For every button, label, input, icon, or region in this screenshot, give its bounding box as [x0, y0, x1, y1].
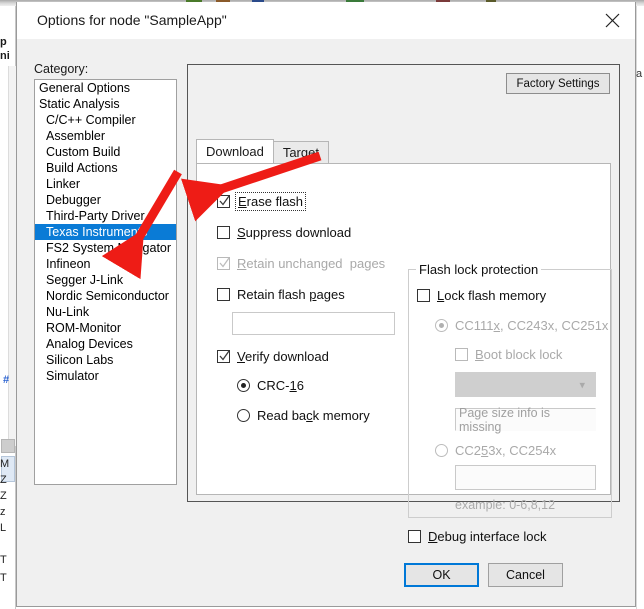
category-label: Category: [34, 62, 89, 76]
category-item-analog-devices[interactable]: Analog Devices [35, 336, 176, 352]
debug-interface-lock-checkbox[interactable] [408, 530, 421, 543]
checkmark-icon [219, 195, 230, 206]
verify-download-label: Verify download [237, 349, 329, 364]
background-gutter [8, 66, 16, 446]
crc16-row[interactable]: CRC-16 [237, 378, 304, 393]
category-item-nu-link[interactable]: Nu-Link [35, 304, 176, 320]
category-item-texas-instruments[interactable]: Texas Instruments [35, 224, 176, 240]
retain-flash-pages-input[interactable] [232, 312, 395, 335]
category-item-silicon-labs[interactable]: Silicon Labs [35, 352, 176, 368]
cc111x-radio [435, 319, 448, 332]
background-text-fragment-2: ni [0, 50, 10, 62]
cc111x-label: CC111x, CC243x, CC251x [455, 318, 609, 333]
boot-block-lock-label: Boot block lock [475, 347, 563, 362]
category-item-linker[interactable]: Linker [35, 176, 176, 192]
options-dialog: Options for node "SampleApp" Category: G… [16, 2, 636, 607]
background-right-edge: a [636, 6, 644, 609]
crc16-radio[interactable] [237, 379, 250, 392]
close-icon [605, 13, 619, 27]
background-text-fragment-6: z [0, 506, 6, 518]
category-item-segger-j-link[interactable]: Segger J-Link [35, 272, 176, 288]
background-text-fragment-4: Z [0, 474, 7, 486]
ok-button[interactable]: OK [404, 563, 479, 587]
factory-settings-button[interactable]: Factory Settings [506, 73, 610, 94]
flash-lock-protection-group: Flash lock protection Lock flash memory … [408, 262, 612, 518]
category-item-debugger[interactable]: Debugger [35, 192, 176, 208]
background-text-fragment-1: p [0, 36, 7, 48]
category-item-build-actions[interactable]: Build Actions [35, 160, 176, 176]
dialog-titlebar: Options for node "SampleApp" [17, 2, 635, 39]
checkmark-icon [219, 257, 230, 268]
category-item-general-options[interactable]: General Options [35, 80, 176, 96]
suppress-download-row[interactable]: Suppress download [217, 225, 351, 240]
verify-download-row[interactable]: Verify download [217, 349, 329, 364]
background-left-column: # p ni M Z Z z L T T [0, 6, 16, 609]
category-item-infineon[interactable]: Infineon [35, 256, 176, 272]
background-right-text-fragment: a [636, 68, 643, 80]
background-text-fragment-8: T [0, 554, 7, 566]
chevron-down-icon: ▾ [579, 379, 585, 391]
lock-flash-memory-checkbox[interactable] [417, 289, 430, 302]
background-blue-marker: # [3, 374, 10, 386]
tab-target[interactable]: Target [272, 141, 329, 163]
retain-unchanged-pages-row: Retain unchanged pages [217, 256, 385, 271]
debug-interface-lock-row[interactable]: Debug interface lock [408, 529, 547, 544]
download-tab-panel: Erase flash Suppress download Retain unc… [196, 163, 612, 544]
suppress-download-label: Suppress download [237, 225, 352, 240]
category-item-custom-build[interactable]: Custom Build [35, 144, 176, 160]
suppress-download-checkbox[interactable] [217, 226, 230, 239]
category-item-static-analysis[interactable]: Static Analysis [35, 96, 176, 112]
category-item-rom-monitor[interactable]: ROM-Monitor [35, 320, 176, 336]
page-lock-dropdown[interactable]: ▾ [455, 372, 596, 397]
read-back-memory-radio[interactable] [237, 409, 250, 422]
background-text-fragment-9: T [0, 572, 7, 584]
retain-flash-pages-label: Retain flash pages [237, 287, 345, 302]
radio-dot-icon [439, 323, 444, 328]
tab-strip: Download Target [196, 139, 329, 163]
background-text-fragment-7: L [0, 522, 7, 534]
background-text-fragment-3: M [0, 458, 10, 470]
erase-flash-label: Erase flash [234, 192, 307, 211]
erase-flash-row[interactable]: Erase flash [217, 192, 307, 211]
cc253x-radio [435, 444, 448, 457]
lock-flash-memory-row[interactable]: Lock flash memory [417, 288, 546, 303]
checkmark-icon [219, 350, 230, 361]
flash-lock-legend: Flash lock protection [416, 262, 542, 277]
boot-block-lock-checkbox [455, 348, 468, 361]
cc253x-group-row: CC253x, CC254x [435, 443, 556, 458]
category-list[interactable]: General Options Static Analysis C/C++ Comp… [34, 79, 177, 485]
retain-flash-pages-row[interactable]: Retain flash pages [217, 287, 345, 302]
cc253x-label: CC253x, CC254x [455, 443, 557, 458]
cc111x-group-row: CC111x, CC243x, CC251x [435, 318, 608, 333]
boot-block-lock-row: Boot block lock [455, 347, 562, 362]
example-hint: example: 0-6,8,12 [455, 498, 556, 512]
background-text-fragment-5: Z [0, 490, 7, 502]
cc253x-pages-input[interactable] [455, 465, 596, 490]
category-item-c-c-compiler[interactable]: C/C++ Compiler [35, 112, 176, 128]
lock-flash-memory-label: Lock flash memory [437, 288, 547, 303]
read-back-memory-label: Read back memory [257, 408, 370, 423]
tab-download[interactable]: Download [196, 139, 274, 163]
debug-interface-lock-label: Debug interface lock [428, 529, 547, 544]
verify-download-checkbox[interactable] [217, 350, 230, 363]
retain-flash-pages-checkbox[interactable] [217, 288, 230, 301]
category-item-fs2-system-navigator[interactable]: FS2 System Navigator [35, 240, 176, 256]
close-button[interactable] [589, 2, 635, 38]
radio-dot-icon [241, 383, 246, 388]
page-size-info-textbox: Page size info is missing [455, 406, 596, 434]
background-scroll-track[interactable] [1, 439, 15, 453]
retain-unchanged-pages-label: Retain unchanged pages [237, 256, 386, 271]
category-item-assembler[interactable]: Assembler [35, 128, 176, 144]
dialog-title: Options for node "SampleApp" [37, 12, 227, 28]
erase-flash-checkbox[interactable] [217, 195, 230, 208]
settings-panel: Factory Settings Download Target Erase fl… [187, 64, 620, 544]
category-item-nordic-semiconductor[interactable]: Nordic Semiconductor [35, 288, 176, 304]
crc16-label: CRC-16 [257, 378, 304, 393]
cancel-button[interactable]: Cancel [488, 563, 563, 587]
retain-unchanged-pages-checkbox [217, 257, 230, 270]
category-item-simulator[interactable]: Simulator [35, 368, 176, 384]
category-item-third-party-driver[interactable]: Third-Party Driver [35, 208, 176, 224]
read-back-memory-row[interactable]: Read back memory [237, 408, 370, 423]
